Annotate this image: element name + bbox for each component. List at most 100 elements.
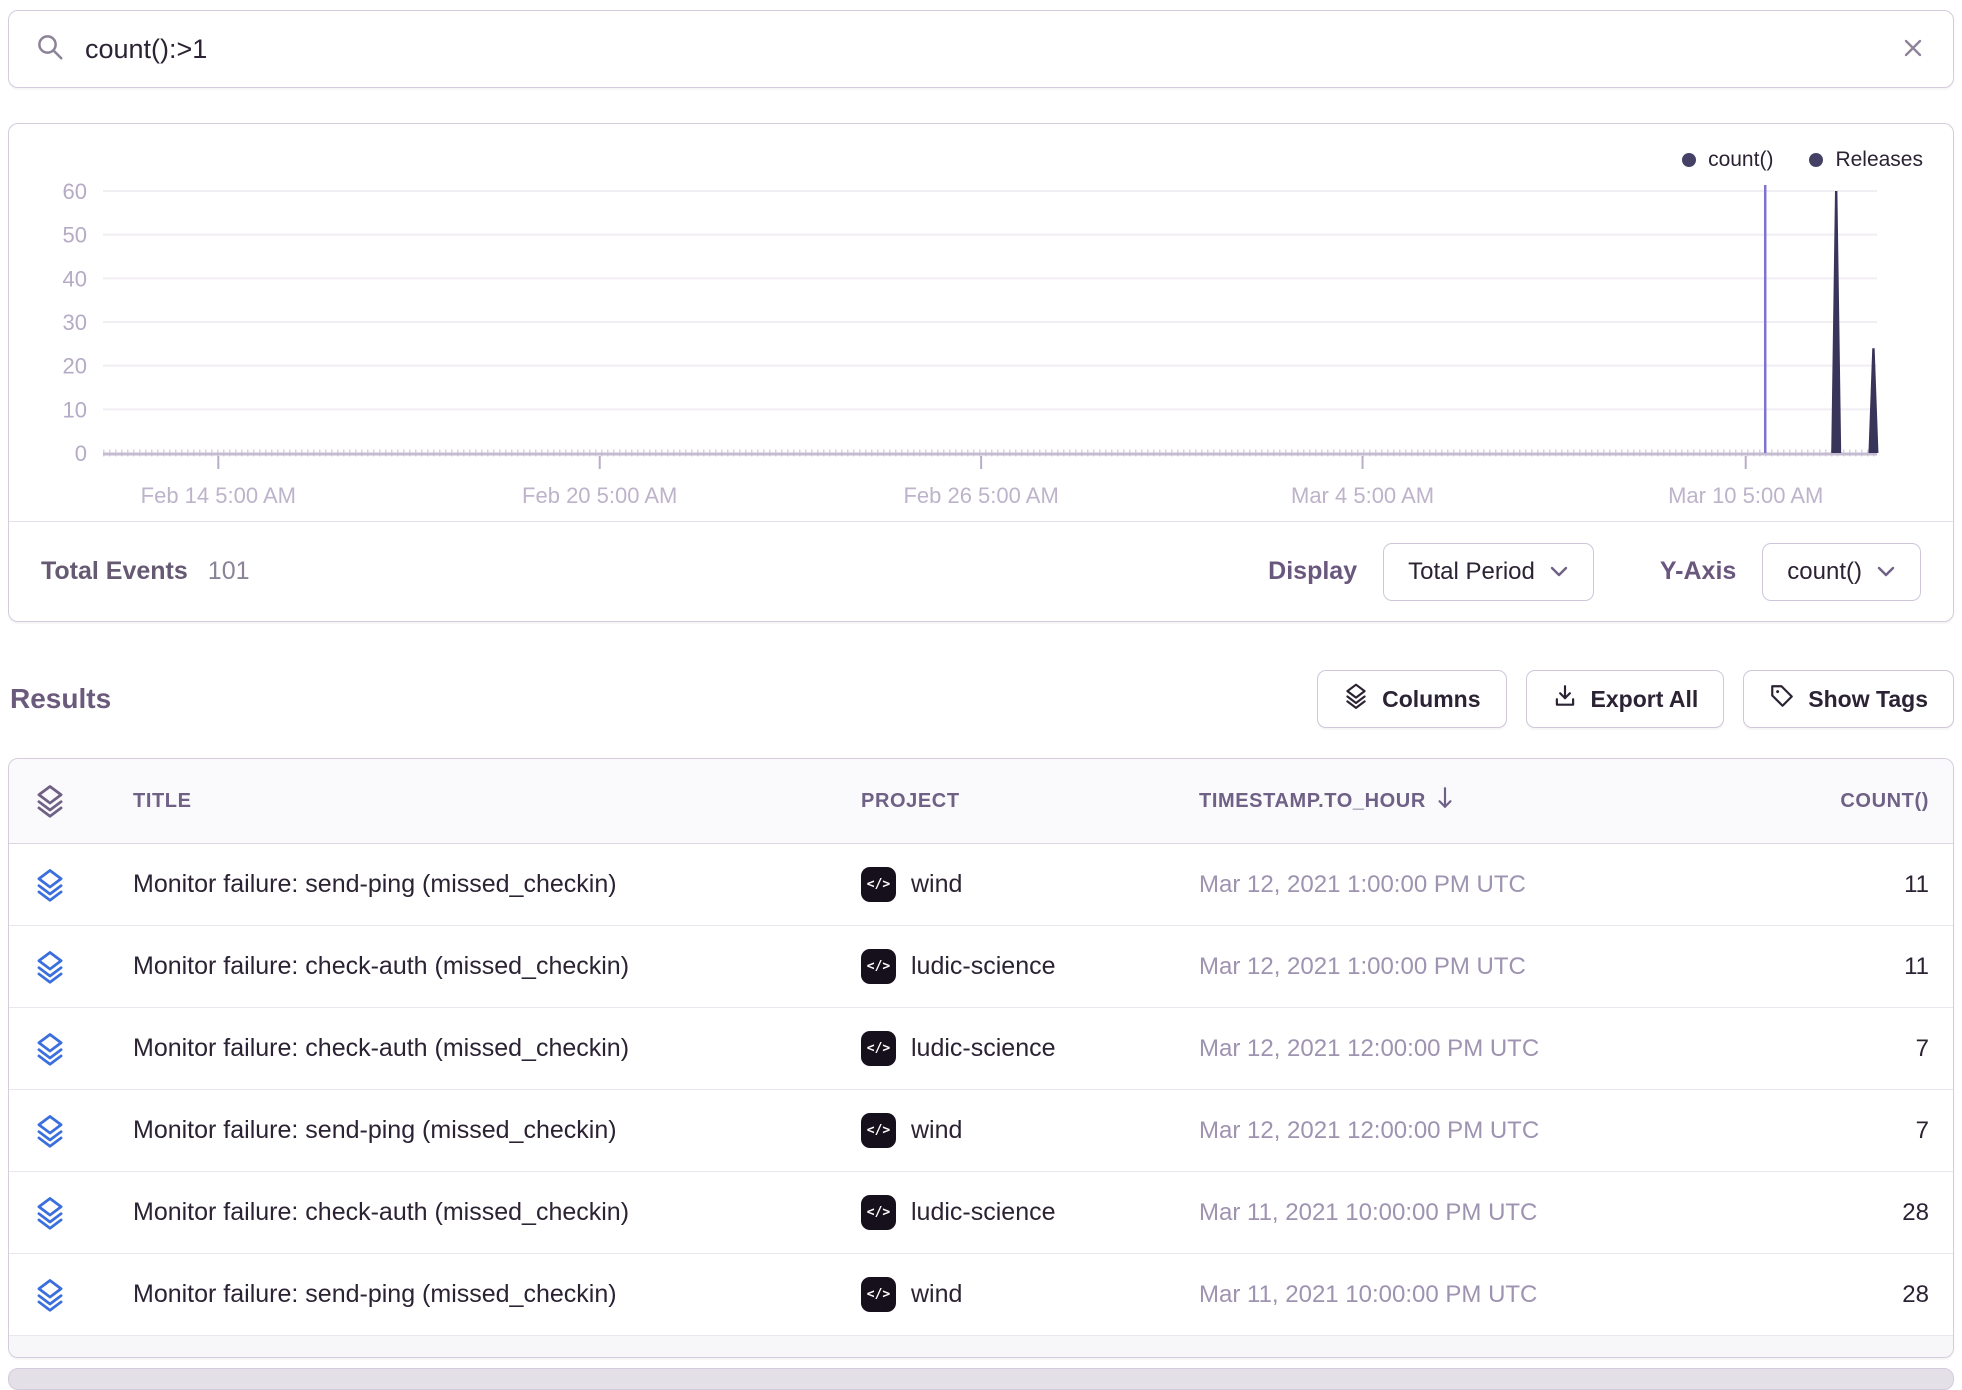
chart-footer: Total Events 101 Display Total Period Y-… bbox=[9, 521, 1953, 621]
close-icon bbox=[1899, 34, 1927, 65]
show-tags-button[interactable]: Show Tags bbox=[1743, 670, 1954, 728]
table-row: Monitor failure: send-ping (missed_check… bbox=[9, 844, 1953, 926]
display-dropdown-value: Total Period bbox=[1408, 558, 1535, 586]
count-cell[interactable]: 28 bbox=[1644, 1199, 1929, 1227]
download-icon bbox=[1552, 683, 1578, 715]
events-chart-panel: count() Releases 0102030405060Feb 14 5:0… bbox=[8, 123, 1954, 622]
event-stack-icon[interactable] bbox=[33, 1031, 133, 1067]
project-name: ludic-science bbox=[911, 1198, 1056, 1227]
timestamp-cell[interactable]: Mar 11, 2021 10:00:00 PM UTC bbox=[1199, 1199, 1644, 1227]
count-cell[interactable]: 7 bbox=[1644, 1117, 1929, 1145]
project-cell[interactable]: </> wind bbox=[861, 867, 1199, 902]
svg-text:Mar 10 5:00 AM: Mar 10 5:00 AM bbox=[1668, 483, 1823, 508]
results-bar: Results Columns Export All bbox=[8, 668, 1954, 730]
event-title-cell[interactable]: Monitor failure: send-ping (missed_check… bbox=[133, 870, 861, 899]
display-dropdown[interactable]: Total Period bbox=[1383, 543, 1594, 601]
svg-text:20: 20 bbox=[63, 354, 87, 379]
header-title[interactable]: TITLE bbox=[133, 790, 861, 813]
project-name: ludic-science bbox=[911, 1034, 1056, 1063]
project-platform-icon: </> bbox=[861, 1277, 896, 1312]
project-name: wind bbox=[911, 870, 962, 899]
header-timestamp-label: TIMESTAMP.TO_HOUR bbox=[1199, 790, 1426, 813]
project-platform-icon: </> bbox=[861, 867, 896, 902]
svg-text:Mar 4 5:00 AM: Mar 4 5:00 AM bbox=[1291, 483, 1434, 508]
project-platform-icon: </> bbox=[861, 1113, 896, 1148]
yaxis-label: Y-Axis bbox=[1660, 557, 1736, 586]
yaxis-dropdown[interactable]: count() bbox=[1762, 543, 1921, 601]
count-cell[interactable]: 7 bbox=[1644, 1035, 1929, 1063]
table-row: Monitor failure: send-ping (missed_check… bbox=[9, 1254, 1953, 1336]
header-title-label: TITLE bbox=[133, 790, 192, 813]
header-count[interactable]: COUNT() bbox=[1644, 790, 1929, 813]
timestamp-cell[interactable]: Mar 12, 2021 12:00:00 PM UTC bbox=[1199, 1117, 1644, 1145]
yaxis-dropdown-value: count() bbox=[1787, 558, 1862, 586]
export-all-button[interactable]: Export All bbox=[1526, 670, 1725, 728]
event-title-cell[interactable]: Monitor failure: check-auth (missed_chec… bbox=[133, 1198, 861, 1227]
header-count-label: COUNT() bbox=[1840, 790, 1929, 813]
search-input[interactable] bbox=[83, 33, 1881, 66]
timestamp-cell[interactable]: Mar 11, 2021 10:00:00 PM UTC bbox=[1199, 1281, 1644, 1309]
columns-button[interactable]: Columns bbox=[1317, 670, 1506, 728]
table-body: Monitor failure: send-ping (missed_check… bbox=[9, 844, 1953, 1336]
search-bar bbox=[8, 10, 1954, 88]
header-project[interactable]: PROJECT bbox=[861, 790, 1199, 813]
event-title-cell[interactable]: Monitor failure: send-ping (missed_check… bbox=[133, 1280, 861, 1309]
svg-text:0: 0 bbox=[75, 441, 87, 466]
export-all-button-label: Export All bbox=[1591, 686, 1699, 713]
event-stack-icon[interactable] bbox=[33, 1277, 133, 1313]
show-tags-button-label: Show Tags bbox=[1808, 686, 1928, 713]
table-header-row: TITLE PROJECT TIMESTAMP.TO_HOUR COUNT() bbox=[9, 759, 1953, 844]
table-row: Monitor failure: check-auth (missed_chec… bbox=[9, 1172, 1953, 1254]
events-chart: 0102030405060Feb 14 5:00 AMFeb 20 5:00 A… bbox=[33, 164, 1931, 524]
layers-icon bbox=[1343, 682, 1369, 716]
svg-text:Feb 14 5:00 AM: Feb 14 5:00 AM bbox=[141, 483, 296, 508]
project-name: wind bbox=[911, 1116, 962, 1145]
event-title-cell[interactable]: Monitor failure: send-ping (missed_check… bbox=[133, 1116, 861, 1145]
svg-text:Feb 20 5:00 AM: Feb 20 5:00 AM bbox=[522, 483, 677, 508]
header-timestamp[interactable]: TIMESTAMP.TO_HOUR bbox=[1199, 786, 1644, 816]
header-stack-icon bbox=[33, 783, 133, 819]
project-cell[interactable]: </> ludic-science bbox=[861, 1031, 1199, 1066]
search-icon bbox=[35, 32, 65, 67]
total-events-label: Total Events bbox=[41, 557, 188, 586]
sort-descending-icon bbox=[1436, 786, 1454, 816]
project-cell[interactable]: </> wind bbox=[861, 1277, 1199, 1312]
total-events-value: 101 bbox=[208, 557, 250, 586]
display-label: Display bbox=[1268, 557, 1357, 586]
project-name: ludic-science bbox=[911, 952, 1056, 981]
table-row: Monitor failure: send-ping (missed_check… bbox=[9, 1090, 1953, 1172]
count-cell[interactable]: 11 bbox=[1644, 953, 1929, 981]
project-name: wind bbox=[911, 1280, 962, 1309]
results-table: TITLE PROJECT TIMESTAMP.TO_HOUR COUNT() … bbox=[8, 758, 1954, 1358]
project-platform-icon: </> bbox=[861, 1195, 896, 1230]
timestamp-cell[interactable]: Mar 12, 2021 1:00:00 PM UTC bbox=[1199, 871, 1644, 899]
svg-text:60: 60 bbox=[63, 179, 87, 204]
chevron-down-icon bbox=[1549, 558, 1569, 586]
event-stack-icon[interactable] bbox=[33, 867, 133, 903]
svg-text:30: 30 bbox=[63, 310, 87, 335]
project-cell[interactable]: </> ludic-science bbox=[861, 1195, 1199, 1230]
project-cell[interactable]: </> wind bbox=[861, 1113, 1199, 1148]
results-title: Results bbox=[10, 683, 111, 715]
project-platform-icon: </> bbox=[861, 949, 896, 984]
header-project-label: PROJECT bbox=[861, 790, 960, 813]
clear-search-button[interactable] bbox=[1899, 34, 1927, 65]
timestamp-cell[interactable]: Mar 12, 2021 1:00:00 PM UTC bbox=[1199, 953, 1644, 981]
pagination-bar-cutoff bbox=[8, 1368, 1954, 1390]
project-cell[interactable]: </> ludic-science bbox=[861, 949, 1199, 984]
timestamp-cell[interactable]: Mar 12, 2021 12:00:00 PM UTC bbox=[1199, 1035, 1644, 1063]
columns-button-label: Columns bbox=[1382, 686, 1480, 713]
event-stack-icon[interactable] bbox=[33, 1195, 133, 1231]
table-row: Monitor failure: check-auth (missed_chec… bbox=[9, 926, 1953, 1008]
svg-text:50: 50 bbox=[63, 223, 87, 248]
count-cell[interactable]: 11 bbox=[1644, 871, 1929, 899]
event-stack-icon[interactable] bbox=[33, 1113, 133, 1149]
event-title-cell[interactable]: Monitor failure: check-auth (missed_chec… bbox=[133, 1034, 861, 1063]
project-platform-icon: </> bbox=[861, 1031, 896, 1066]
chevron-down-icon bbox=[1876, 558, 1896, 586]
table-row: Monitor failure: check-auth (missed_chec… bbox=[9, 1008, 1953, 1090]
count-cell[interactable]: 28 bbox=[1644, 1281, 1929, 1309]
event-stack-icon[interactable] bbox=[33, 949, 133, 985]
tag-icon bbox=[1769, 683, 1795, 715]
event-title-cell[interactable]: Monitor failure: check-auth (missed_chec… bbox=[133, 952, 861, 981]
